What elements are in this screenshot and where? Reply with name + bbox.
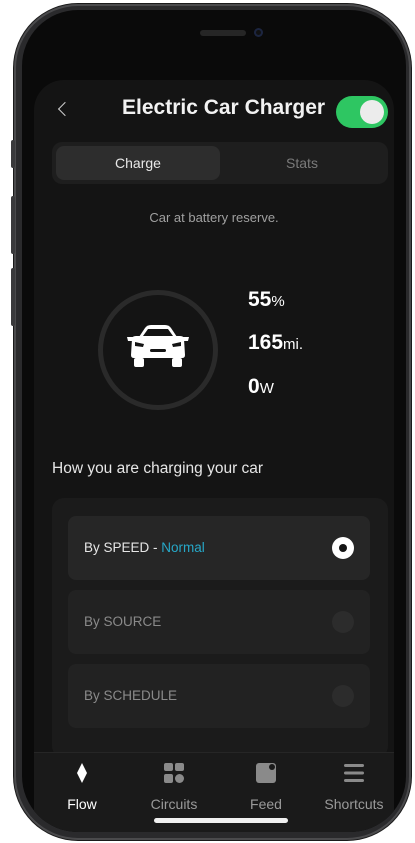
radio-unselected[interactable] xyxy=(332,685,354,707)
flow-icon xyxy=(42,761,122,785)
power-stat: 0W xyxy=(248,375,274,399)
range-unit: mi. xyxy=(283,336,304,353)
range-stat: 165mi. xyxy=(248,331,303,355)
front-camera xyxy=(254,28,263,37)
range-value: 165 xyxy=(248,331,284,354)
speaker-grille xyxy=(200,30,246,36)
nav-item-feed[interactable]: Feed xyxy=(226,761,306,812)
power-value: 0 xyxy=(248,375,260,398)
screen: Electric Car Charger Charge Stats Car at… xyxy=(22,10,406,832)
home-indicator[interactable] xyxy=(154,818,288,823)
option-label: By SPEED - Normal xyxy=(84,540,205,555)
tab-charge[interactable]: Charge xyxy=(56,146,220,180)
option-speed-mode: Normal xyxy=(161,540,205,555)
nav-item-circuits[interactable]: Circuits xyxy=(134,761,214,812)
charger-toggle[interactable] xyxy=(336,96,388,128)
option-by-schedule[interactable]: By SCHEDULE xyxy=(68,664,370,728)
option-schedule-label: By SCHEDULE xyxy=(84,688,178,703)
nav-label-shortcuts: Shortcuts xyxy=(324,796,384,812)
header: Electric Car Charger xyxy=(34,80,394,144)
circuits-icon xyxy=(134,761,214,785)
nav-item-flow[interactable]: Flow xyxy=(42,761,122,812)
option-source-label: By SOURCE xyxy=(84,614,162,629)
charging-options-panel: By SPEED - Normal By SOURCE By SCHEDULE xyxy=(52,498,388,758)
chevron-left-icon[interactable] xyxy=(57,101,73,117)
battery-unit: % xyxy=(271,293,285,310)
nav-label-flow: Flow xyxy=(67,796,97,812)
feed-icon xyxy=(226,761,306,785)
battery-stat: 55% xyxy=(248,288,285,312)
section-title: How you are charging your car xyxy=(52,460,264,477)
volume-down-button xyxy=(11,268,15,326)
radio-selected[interactable] xyxy=(332,537,354,559)
segmented-tabs: Charge Stats xyxy=(52,142,388,184)
mute-switch xyxy=(11,140,15,168)
status-message: Car at battery reserve. xyxy=(149,210,279,225)
nav-label-feed: Feed xyxy=(250,796,282,812)
battery-value: 55 xyxy=(248,288,272,311)
battery-ring xyxy=(98,290,218,410)
option-by-speed[interactable]: By SPEED - Normal xyxy=(68,516,370,580)
power-unit: W xyxy=(259,380,274,397)
nav-label-circuits: Circuits xyxy=(150,796,198,812)
option-by-source[interactable]: By SOURCE xyxy=(68,590,370,654)
nav-item-shortcuts[interactable]: Shortcuts xyxy=(314,761,394,812)
toggle-knob xyxy=(360,100,384,124)
shortcuts-icon xyxy=(314,761,394,785)
page-title: Electric Car Charger xyxy=(122,96,326,119)
radio-unselected[interactable] xyxy=(332,611,354,633)
app-view: Electric Car Charger Charge Stats Car at… xyxy=(34,80,394,832)
volume-up-button xyxy=(11,196,15,254)
option-speed-label: By SPEED - xyxy=(84,540,162,555)
tab-stats[interactable]: Stats xyxy=(220,146,384,180)
car-front-icon xyxy=(127,325,189,367)
